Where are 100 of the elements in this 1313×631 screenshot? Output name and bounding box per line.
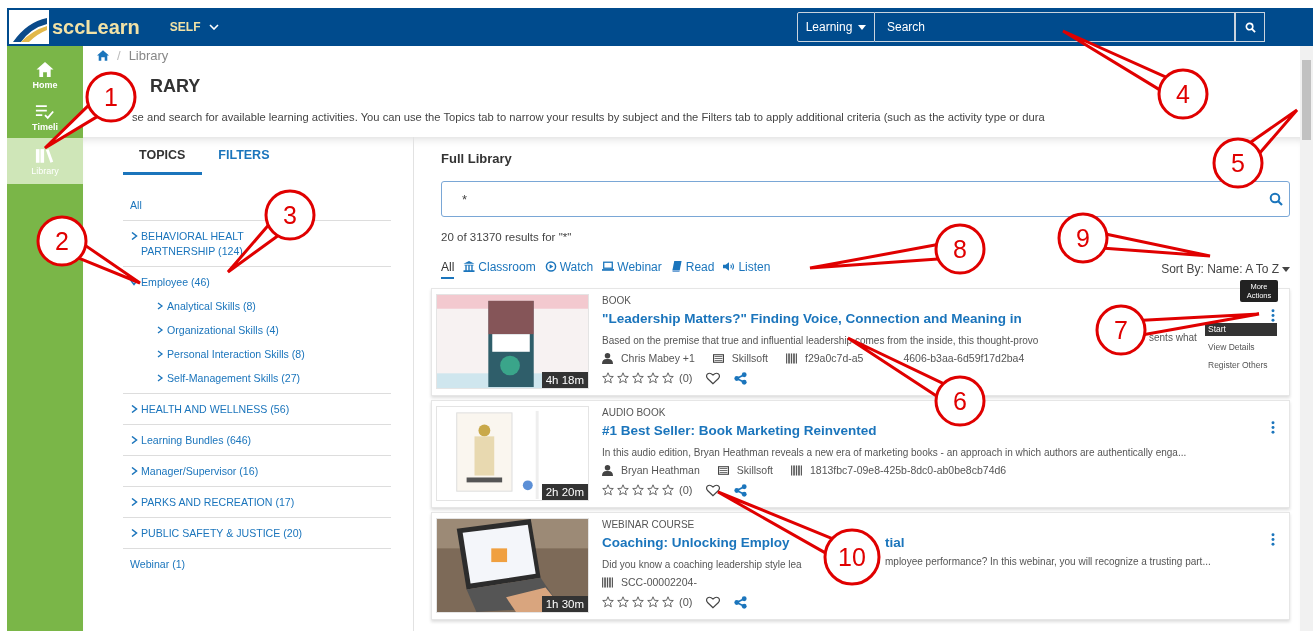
topic-link[interactable]: PUBLIC SAFETY & JUSTICE (20) — [141, 526, 303, 541]
provider-name: Skillsoft — [731, 352, 768, 364]
chevron-right-icon[interactable] — [130, 436, 138, 444]
more-actions-icon[interactable] — [1271, 421, 1275, 434]
star-rating[interactable] — [602, 372, 674, 384]
search-button[interactable] — [1235, 12, 1265, 42]
chevron-right-icon[interactable] — [156, 374, 164, 382]
person-icon — [602, 464, 613, 476]
chevron-right-icon[interactable] — [130, 467, 138, 475]
topic-link[interactable]: PARKS AND RECREATION (17) — [141, 495, 295, 510]
duration-badge: 1h 30m — [541, 596, 588, 612]
caret-icon[interactable] — [1282, 266, 1290, 272]
subtopic-link[interactable]: Organizational Skills (4) — [167, 323, 279, 338]
heart-icon[interactable] — [706, 595, 721, 609]
breadcrumb-separator: / — [117, 47, 121, 63]
heart-icon[interactable] — [706, 371, 721, 385]
context-menu[interactable]: SELF — [169, 20, 219, 34]
star-rating[interactable] — [602, 484, 674, 496]
page-title: RARY — [150, 75, 201, 98]
type-filter-tab[interactable]: Listen — [723, 259, 771, 279]
query-field[interactable]: * — [441, 181, 1290, 217]
callout-number: 5 — [1231, 149, 1245, 177]
type-filter-tab[interactable]: All — [441, 259, 455, 279]
course-code: SCC-00002204- — [621, 576, 697, 588]
checklist-icon[interactable] — [35, 102, 55, 120]
share-icon[interactable] — [734, 595, 748, 609]
chevron-right-icon[interactable] — [156, 350, 164, 358]
callout-number: 10 — [838, 543, 866, 571]
more-actions-icon[interactable] — [1271, 533, 1275, 546]
tab[interactable]: FILTERS — [202, 146, 287, 175]
course-description: sents what — [1149, 331, 1197, 345]
topic-link[interactable]: Employee (46) — [141, 275, 210, 290]
course-title[interactable]: #1 Best Seller: Book Marketing Reinvented — [602, 423, 877, 438]
chevron-right-icon[interactable] — [156, 302, 164, 310]
callout-number: 1 — [104, 83, 118, 111]
breadcrumb-item: Library — [128, 47, 169, 63]
chevron-right-icon[interactable] — [156, 326, 164, 334]
scrollbar-thumb[interactable] — [1302, 60, 1311, 140]
share-icon[interactable] — [734, 483, 748, 497]
topic-link[interactable]: All — [130, 198, 142, 213]
menu-item[interactable]: View Details — [1205, 341, 1277, 354]
type-filter-tab[interactable]: Watch — [544, 259, 594, 279]
course-code: f29a0c7d-a5 — [805, 352, 864, 364]
course-type: AUDIO BOOK — [602, 406, 666, 420]
scope-dropdown[interactable]: Learning — [797, 12, 875, 42]
rating-count: (0) — [679, 484, 693, 496]
provider-name: Skillsoft — [736, 464, 773, 476]
menu-item[interactable]: Start — [1205, 323, 1277, 336]
page-description: se and search for available learning activities. You can use the Topics tab to narrow your results by subject and the Filters tab to apply additional criteria (such as the activity type or dura — [132, 110, 1045, 125]
type-filter-tab[interactable]: Read — [670, 259, 715, 279]
section-title: Full Library — [440, 150, 512, 168]
chevron-right-icon[interactable] — [130, 529, 138, 537]
barcode-icon — [791, 464, 802, 476]
rating-count: (0) — [679, 372, 693, 384]
books-icon[interactable] — [35, 146, 55, 164]
more-actions-icon[interactable] — [1271, 309, 1275, 322]
course-description: In this audio edition, Bryan Heathman reveals a new era of marketing books - an approach in which authors are authentically enga... — [602, 447, 1187, 458]
heart-icon[interactable] — [706, 483, 721, 497]
book-icon — [670, 261, 683, 272]
callout-number: 7 — [1114, 316, 1128, 344]
subtopic-link[interactable]: Personal Interaction Skills (8) — [167, 347, 305, 362]
duration-badge: 2h 20m — [541, 484, 588, 500]
sort-dropdown[interactable]: Sort By: Name: A To Z — [1161, 262, 1290, 276]
author-name: Chris Mabey +1 — [621, 352, 695, 364]
chevron-right-icon[interactable] — [130, 405, 138, 413]
chevron-right-icon[interactable] — [130, 232, 138, 240]
course-type: WEBINAR COURSE — [602, 518, 695, 532]
topic-link[interactable]: Learning Bundles (646) — [141, 433, 252, 448]
topic-link[interactable]: Webinar (1) — [130, 557, 186, 572]
home-icon[interactable] — [97, 49, 109, 61]
logo-text[interactable]: sccLearn — [52, 15, 140, 39]
callout-number: 4 — [1176, 80, 1190, 108]
callout-number: 6 — [953, 387, 967, 415]
course-title[interactable]: "Leadership Matters?" Finding Voice, Connection and Meaning in — [602, 311, 1022, 326]
search-icon[interactable] — [1244, 21, 1256, 33]
callout-number: 8 — [953, 235, 967, 263]
type-filter-tab[interactable]: Webinar — [602, 259, 662, 279]
chevron-right-icon[interactable] — [130, 498, 138, 506]
callout-number: 3 — [283, 201, 297, 229]
star-rating[interactable] — [602, 596, 674, 608]
topic-link[interactable]: Manager/Supervisor (16) — [141, 464, 259, 479]
callout-number: 9 — [1076, 224, 1090, 252]
caret-icon[interactable] — [858, 24, 867, 30]
course-title[interactable]: tial — [885, 532, 905, 554]
topic-link[interactable]: HEALTH AND WELLNESS (56) — [141, 402, 290, 417]
provider-icon — [712, 352, 724, 364]
subtopic-link[interactable]: Self-Management Skills (27) — [167, 371, 301, 386]
subtopic-link[interactable]: Analytical Skills (8) — [167, 299, 256, 314]
course-description: Did you know a coaching leadership style lea — [602, 559, 802, 570]
course-title[interactable]: Coaching: Unlocking Employ — [602, 535, 790, 550]
type-filter-tab[interactable]: Classroom — [463, 259, 536, 279]
duration-badge: 4h 18m — [541, 372, 588, 388]
search-icon[interactable] — [1269, 192, 1283, 206]
search-field[interactable]: Search — [875, 12, 1235, 42]
topic-link[interactable]: BEHAVIORAL HEALT PARTNERSHIP (124) — [141, 229, 244, 259]
share-icon[interactable] — [734, 371, 748, 385]
tab[interactable]: TOPICS — [123, 146, 203, 175]
course-type: BOOK — [602, 294, 631, 308]
barcode-icon — [786, 352, 797, 364]
menu-item[interactable]: Register Others — [1205, 359, 1277, 372]
